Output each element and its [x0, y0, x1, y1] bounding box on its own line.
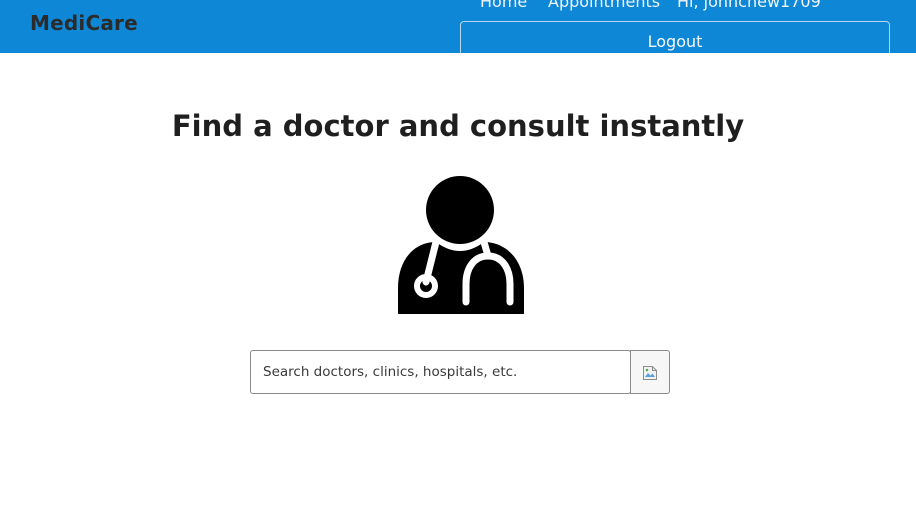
- navbar: MediCare Home Appointments Hi, johnchew1…: [0, 0, 916, 53]
- doctor-head: [426, 176, 494, 244]
- broken-image-icon: [643, 366, 657, 380]
- user-greeting: Hi, johnchew1709: [677, 0, 821, 11]
- brand-logo[interactable]: MediCare: [30, 10, 138, 36]
- doctor-body: [398, 242, 524, 314]
- search-input[interactable]: [250, 350, 631, 394]
- nav-home-link[interactable]: Home: [480, 0, 527, 12]
- doctor-stethoscope-icon: [398, 176, 524, 314]
- search-button[interactable]: [630, 350, 670, 394]
- logout-container: Logout: [460, 21, 890, 53]
- nav-appointments-link[interactable]: Appointments: [548, 0, 660, 12]
- page-title: Find a doctor and consult instantly: [171, 109, 745, 143]
- logout-link[interactable]: Logout: [461, 32, 889, 52]
